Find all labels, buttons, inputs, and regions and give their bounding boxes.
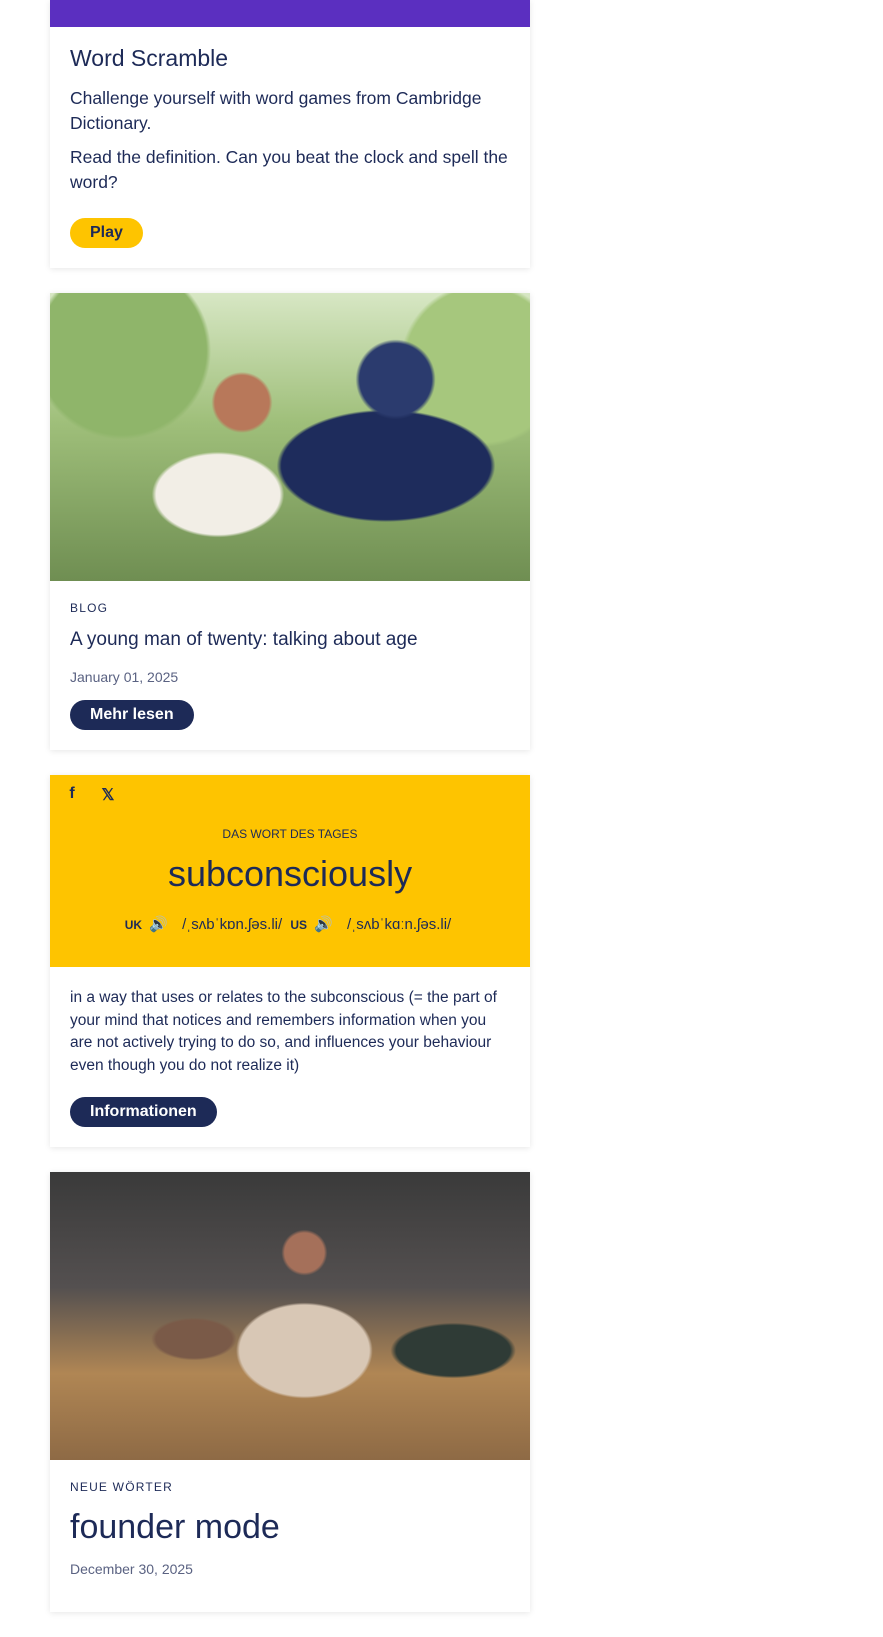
blog-kicker: BLOG <box>70 601 109 615</box>
word-of-the-day-card: f 𝕏 DAS WORT DES TAGES subconsciously UK… <box>50 775 530 1147</box>
x-twitter-icon[interactable]: 𝕏 <box>100 785 116 805</box>
blog-date: January 01, 2025 <box>70 669 179 685</box>
uk-ipa: /ˌsʌbˈkɒn.ʃəs.li/ <box>182 916 283 933</box>
new-words-date: December 30, 2025 <box>70 1561 193 1577</box>
share-icons: f 𝕏 <box>64 785 116 805</box>
purple-header-bar <box>50 0 530 27</box>
wotd-word[interactable]: subconsciously <box>50 853 530 895</box>
blog-title[interactable]: A young man of twenty: talking about age <box>70 629 510 651</box>
word-scramble-text-1: Challenge yourself with word games from … <box>70 88 482 133</box>
graduation-photo[interactable] <box>50 293 530 581</box>
word-scramble-title: Word Scramble <box>70 45 229 71</box>
word-scramble-text-2: Read the definition. Can you beat the cl… <box>70 147 508 192</box>
wotd-label: DAS WORT DES TAGES <box>222 827 358 841</box>
us-speaker-icon[interactable]: 🔊 <box>314 916 333 933</box>
blog-card: BLOG A young man of twenty: talking abou… <box>50 293 530 750</box>
new-words-card: NEUE WÖRTER founder mode December 30, 20… <box>50 1172 530 1612</box>
facebook-icon[interactable]: f <box>64 785 80 805</box>
uk-speaker-icon[interactable]: 🔊 <box>149 916 168 933</box>
uk-label: UK <box>124 918 143 932</box>
wotd-header: f 𝕏 DAS WORT DES TAGES subconsciously UK… <box>50 775 530 967</box>
new-words-title[interactable]: founder mode <box>70 1508 510 1547</box>
read-more-button[interactable]: Mehr lesen <box>70 700 194 730</box>
information-button[interactable]: Informationen <box>70 1097 217 1127</box>
play-button[interactable]: Play <box>70 218 143 248</box>
pronunciation-row: UK 🔊 /ˌsʌbˈkɒn.ʃəs.li/ US 🔊 /ˌsʌbˈkɑːn.ʃ… <box>50 915 530 933</box>
us-label: US <box>290 918 307 932</box>
content-column: Word Scramble Challenge yourself with wo… <box>50 0 530 1637</box>
new-words-kicker: NEUE WÖRTER <box>70 1480 173 1494</box>
wotd-definition: in a way that uses or relates to the sub… <box>70 989 497 1074</box>
us-ipa: /ˌsʌbˈkɑːn.ʃəs.li/ <box>347 916 452 933</box>
word-scramble-card: Word Scramble Challenge yourself with wo… <box>50 0 530 268</box>
office-photo[interactable] <box>50 1172 530 1460</box>
